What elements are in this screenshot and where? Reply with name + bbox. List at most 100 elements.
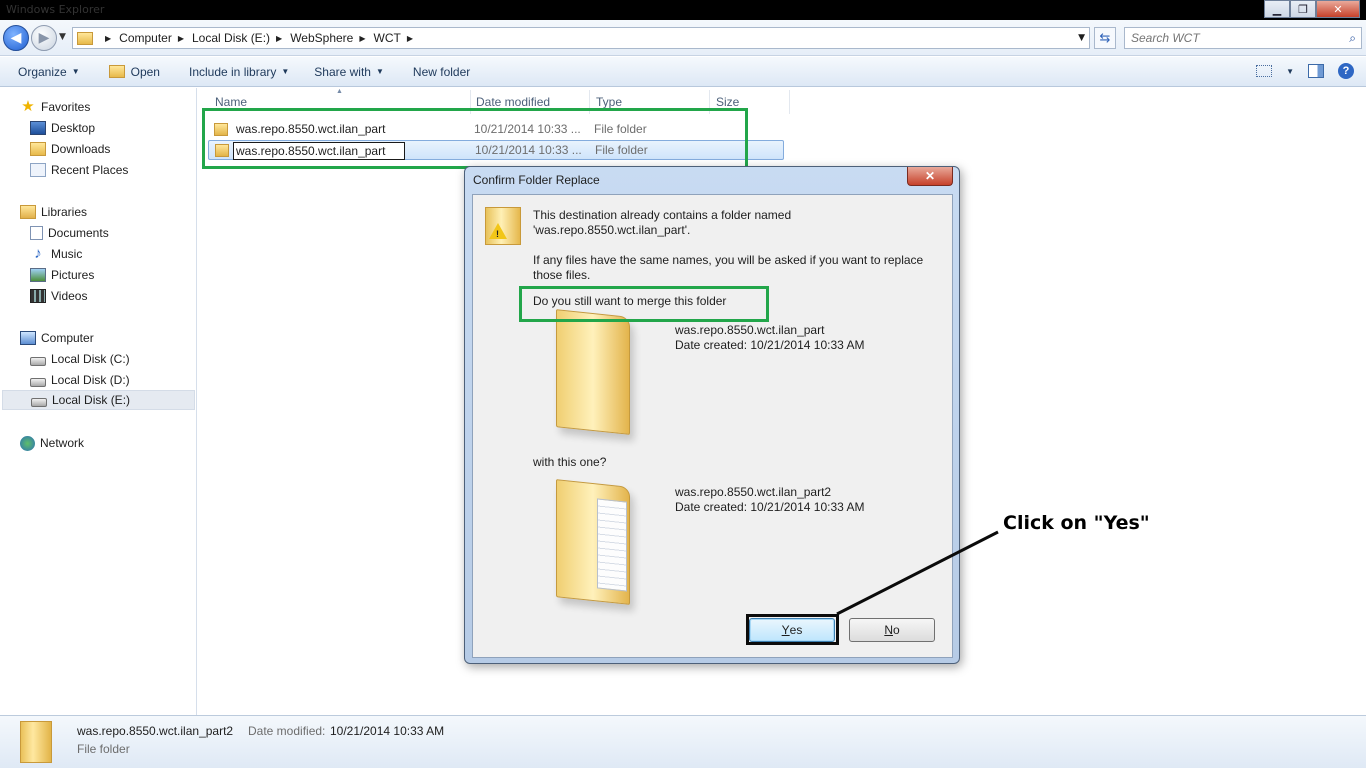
breadcrumb-websphere[interactable]: WebSphere ▶ xyxy=(290,31,373,45)
libraries-icon xyxy=(20,205,36,219)
address-bar: ◀ ▶ ▼ ▶ Computer ▶ Local Disk (E:) ▶ WebSp… xyxy=(0,20,1366,56)
open-label: Open xyxy=(130,64,160,79)
dialog-body: ! This destination already contains a fo… xyxy=(472,194,953,658)
organize-button[interactable]: Organize ▼ xyxy=(0,57,89,87)
drive-icon xyxy=(31,397,47,407)
back-button[interactable]: ◀ xyxy=(3,25,29,51)
nav-network[interactable]: Network xyxy=(0,433,196,453)
close-button[interactable]: ✕ xyxy=(1316,0,1360,18)
change-view-icon[interactable] xyxy=(1256,65,1273,77)
nav-music[interactable]: ♪ Music xyxy=(0,244,196,264)
nav-label: Local Disk (D:) xyxy=(51,373,130,387)
nav-label: Libraries xyxy=(41,205,88,219)
breadcrumb-wct[interactable]: WCT ▶ xyxy=(374,31,421,45)
nav-favorites[interactable]: ★ Favorites xyxy=(0,97,196,117)
downloads-icon xyxy=(30,142,46,156)
address-dropdown-icon[interactable]: ▼ xyxy=(1078,33,1085,43)
dialog-message-line2: 'was.repo.8550.wct.ilan_part'. xyxy=(533,223,691,237)
forward-button[interactable]: ▶ xyxy=(31,25,57,51)
minimize-button[interactable]: ▁ xyxy=(1264,0,1290,18)
refresh-button[interactable]: ⇆ xyxy=(1094,27,1116,49)
music-icon: ♪ xyxy=(34,245,42,262)
chevron-down-icon: ▼ xyxy=(375,67,384,76)
nav-label: Pictures xyxy=(51,268,95,282)
new-folder-button[interactable]: New folder xyxy=(393,57,479,87)
preview-pane-icon[interactable] xyxy=(1308,64,1324,78)
dialog-message-line3: If any files have the same names, you wi… xyxy=(533,253,924,267)
nav-documents[interactable]: Documents xyxy=(0,223,196,243)
open-button[interactable]: Open xyxy=(89,57,169,87)
search-box[interactable]: ⌕ xyxy=(1124,27,1362,49)
nav-recent-places[interactable]: Recent Places xyxy=(0,160,196,180)
chevron-down-icon: ▼ xyxy=(281,67,290,76)
details-modified-value: 10/21/2014 10:33 AM xyxy=(330,724,445,738)
details-modified-label: Date modified: xyxy=(248,724,326,738)
open-folder-icon xyxy=(108,65,125,78)
maximize-button[interactable]: ❐ xyxy=(1290,0,1316,18)
no-accelerator: N xyxy=(884,623,893,637)
folder-icon xyxy=(20,721,52,763)
destination-folder-date: Date created: 10/21/2014 10:33 AM xyxy=(675,338,865,352)
include-in-library-label: Include in library xyxy=(188,64,277,79)
search-icon[interactable]: ⌕ xyxy=(1349,31,1356,46)
network-icon xyxy=(20,435,35,451)
source-folder-name: was.repo.8550.wct.ilan_part2 xyxy=(675,485,832,499)
share-with-button[interactable]: Share with ▼ xyxy=(298,57,393,87)
dialog-close-button[interactable]: ✕ xyxy=(907,167,953,186)
nav-local-disk-c[interactable]: Local Disk (C:) xyxy=(0,349,196,369)
annotation-text: Click on "Yes" xyxy=(1003,512,1150,534)
source-folder-date: Date created: 10/21/2014 10:33 AM xyxy=(675,500,865,514)
documents-icon xyxy=(30,226,43,240)
folder-papers-icon xyxy=(597,498,627,592)
question-highlight-box xyxy=(519,286,769,322)
view-controls: ▼ ? xyxy=(1256,63,1354,79)
nav-label: Documents xyxy=(48,226,109,240)
nav-libraries[interactable]: Libraries xyxy=(0,202,196,222)
videos-icon xyxy=(30,289,46,303)
computer-icon xyxy=(20,331,36,345)
yes-highlight-box xyxy=(746,614,839,645)
dialog-message-line4: those files. xyxy=(533,268,591,282)
drive-icon xyxy=(30,377,46,387)
chevron-down-icon: ▼ xyxy=(71,67,80,76)
nav-local-disk-e[interactable]: Local Disk (E:) xyxy=(2,390,195,410)
organize-label: Organize xyxy=(18,64,67,79)
nav-videos[interactable]: Videos xyxy=(0,286,196,306)
nav-label: Computer xyxy=(41,331,94,345)
command-bar: Organize ▼ Open Include in library ▼ Share… xyxy=(0,57,1366,87)
nav-label: Desktop xyxy=(51,121,96,135)
no-label: o xyxy=(892,623,900,637)
dialog-title: Confirm Folder Replace xyxy=(473,173,600,187)
nav-label: Downloads xyxy=(51,142,111,156)
destination-folder-name: was.repo.8550.wct.ilan_part xyxy=(675,323,825,337)
source-folder-icon xyxy=(556,479,630,605)
pictures-icon xyxy=(30,268,46,282)
help-icon[interactable]: ? xyxy=(1338,63,1354,79)
nav-label: Music xyxy=(51,247,83,261)
breadcrumb-sep-root[interactable]: ▶ xyxy=(99,34,119,43)
nav-local-disk-d[interactable]: Local Disk (D:) xyxy=(0,370,196,390)
nav-downloads[interactable]: Downloads xyxy=(0,139,196,159)
share-with-label: Share with xyxy=(314,64,371,79)
nav-label: Videos xyxy=(51,289,88,303)
warning-exclamation-icon: ! xyxy=(496,229,499,239)
nav-label: Recent Places xyxy=(51,163,129,177)
view-dropdown-icon[interactable]: ▼ xyxy=(1286,67,1294,76)
include-in-library-button[interactable]: Include in library ▼ xyxy=(169,57,298,87)
folder-icon xyxy=(77,31,93,45)
confirm-folder-replace-dialog: Confirm Folder Replace ✕ ! This destinat… xyxy=(464,166,960,664)
nav-label: Network xyxy=(40,436,85,450)
destination-folder-icon xyxy=(556,309,630,435)
breadcrumb-local-disk-e[interactable]: Local Disk (E:) ▶ xyxy=(192,31,290,45)
no-button[interactable]: No xyxy=(849,618,935,642)
breadcrumb-computer[interactable]: Computer ▶ xyxy=(119,31,192,45)
desktop-icon xyxy=(30,121,46,135)
nav-label: Favorites xyxy=(41,100,91,114)
window-controls: ▁ ❐ ✕ xyxy=(1264,0,1360,18)
nav-pictures[interactable]: Pictures xyxy=(0,265,196,285)
nav-desktop[interactable]: Desktop xyxy=(0,118,196,138)
nav-computer[interactable]: Computer xyxy=(0,328,196,348)
breadcrumb[interactable]: ▶ Computer ▶ Local Disk (E:) ▶ WebSphere ▶ … xyxy=(72,27,1090,49)
search-input[interactable] xyxy=(1125,28,1335,48)
recent-pages-dropdown[interactable]: ▼ xyxy=(59,32,66,42)
